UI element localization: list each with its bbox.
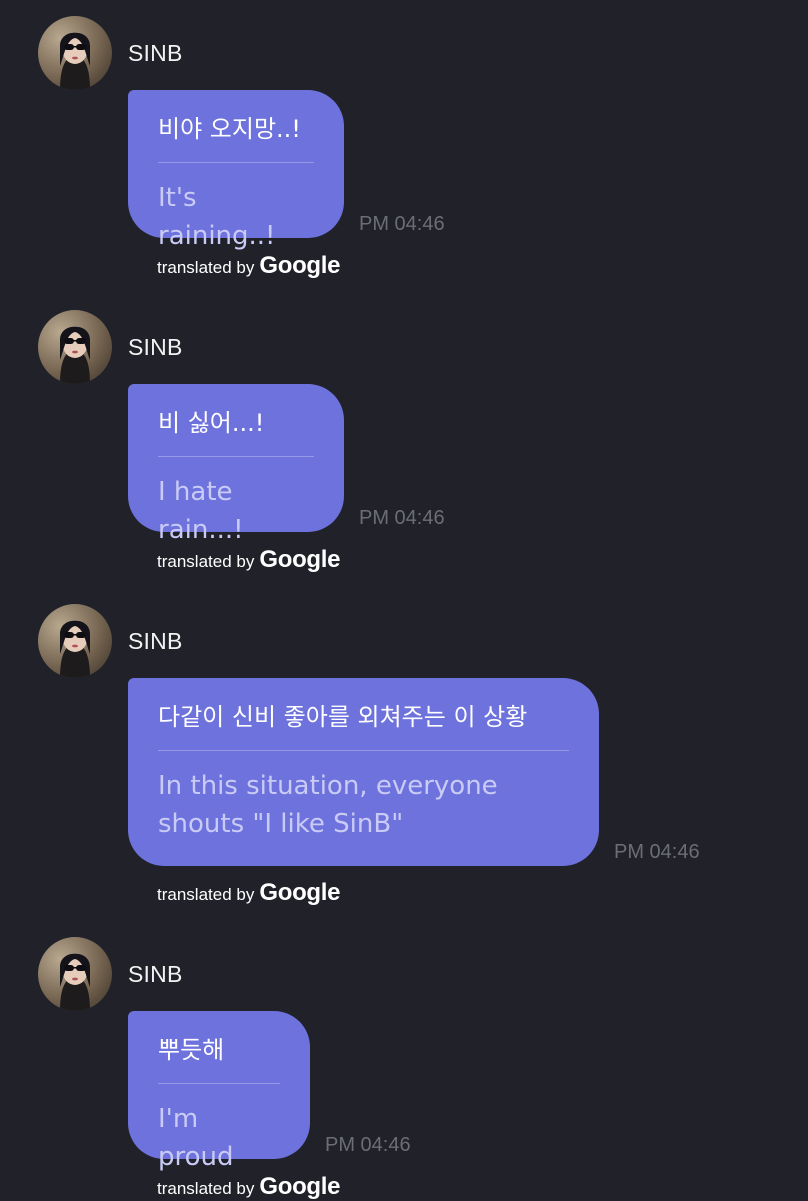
translated-text: I hate rain...! [158, 477, 244, 545]
avatar-photo-icon [60, 32, 90, 90]
attribution-label: translated by [157, 1179, 255, 1198]
avatar[interactable] [38, 16, 112, 90]
attribution-label: translated by [157, 885, 255, 904]
google-logo: Google [259, 1173, 341, 1200]
translated-by-google: translated by Google [157, 879, 341, 907]
timestamp: PM 04:46 [614, 841, 700, 863]
translated-by-google: translated by Google [157, 546, 341, 574]
avatar[interactable] [38, 604, 112, 678]
attribution-label: translated by [157, 258, 255, 277]
timestamp: PM 04:46 [359, 507, 445, 529]
translated-by-google: translated by Google [157, 252, 341, 280]
divider [158, 162, 314, 163]
timestamp: PM 04:46 [359, 213, 445, 235]
translated-text: It's raining..! [158, 183, 276, 251]
sender-name: SINB [128, 961, 183, 987]
avatar-photo-icon [60, 953, 90, 1011]
divider [158, 456, 314, 457]
google-logo: Google [259, 252, 341, 279]
avatar[interactable] [38, 937, 112, 1011]
message-bubble[interactable]: 비야 오지망..! It's raining..! [128, 90, 344, 251]
avatar-photo-icon [60, 620, 90, 678]
original-text: 비 싫어...! [158, 409, 265, 437]
avatar-photo-icon [60, 326, 90, 384]
sender-name: SINB [128, 628, 183, 654]
message-bubble[interactable]: 비 싫어...! I hate rain...! [128, 384, 344, 545]
sender-name: SINB [128, 40, 183, 66]
translated-text: In this situation, everyone shouts "I li… [158, 771, 498, 839]
original-text: 다같이 신비 좋아를 외쳐주는 이 상황 [158, 703, 528, 731]
divider [158, 1083, 280, 1084]
attribution-label: translated by [157, 552, 255, 571]
google-logo: Google [259, 879, 341, 906]
message-bubble[interactable]: 뿌듯해 I'm proud [128, 1011, 310, 1172]
translated-text: I'm proud [158, 1104, 234, 1172]
divider [158, 750, 569, 751]
avatar[interactable] [38, 310, 112, 384]
sender-name: SINB [128, 334, 183, 360]
timestamp: PM 04:46 [325, 1134, 411, 1156]
message-bubble[interactable]: 다같이 신비 좋아를 외쳐주는 이 상황 In this situation, … [128, 678, 599, 866]
original-text: 뿌듯해 [158, 1036, 225, 1064]
translated-by-google: translated by Google [157, 1173, 341, 1201]
google-logo: Google [259, 546, 341, 573]
original-text: 비야 오지망..! [158, 115, 301, 143]
